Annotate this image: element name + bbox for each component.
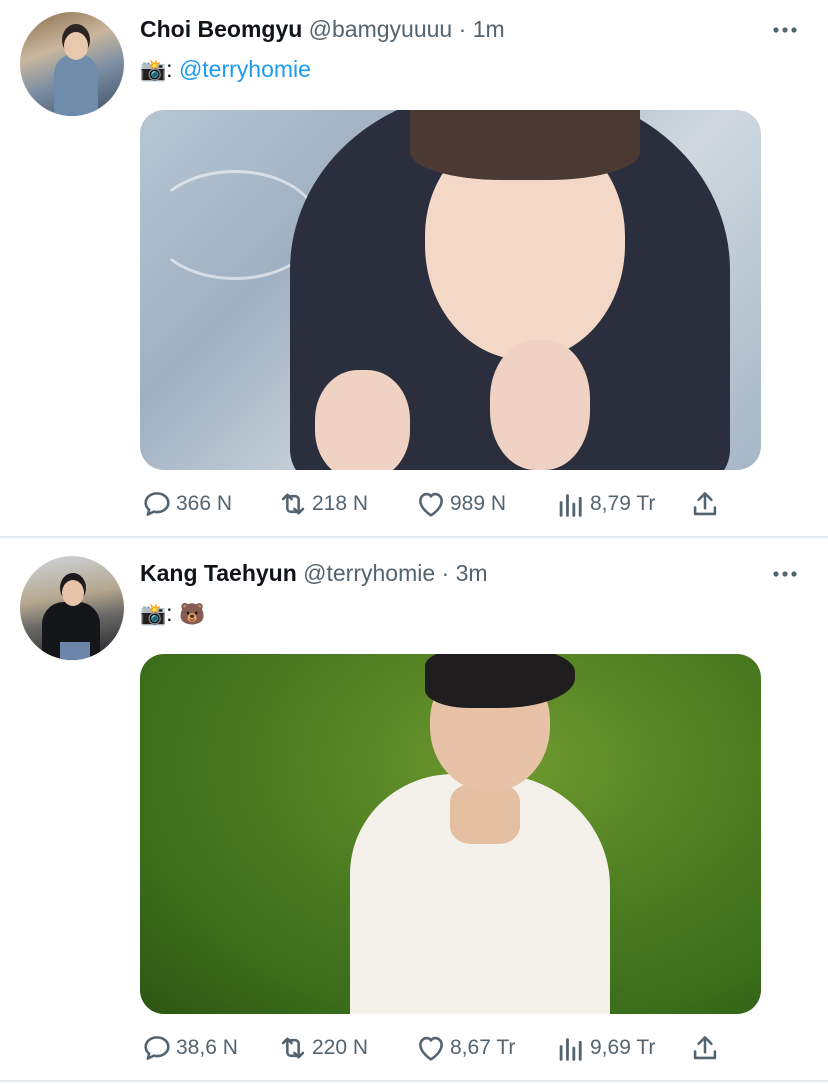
avatar[interactable] bbox=[20, 12, 124, 116]
divider bbox=[0, 536, 828, 538]
bear-emoji: 🐻 bbox=[178, 603, 206, 626]
photo-hair bbox=[425, 654, 575, 708]
retweet-button[interactable]: 220 N bbox=[276, 1028, 368, 1068]
views-icon bbox=[559, 494, 582, 517]
like-count: 989 N bbox=[450, 492, 507, 515]
camera-flash-emoji: 📸 bbox=[140, 603, 167, 626]
like-button[interactable]: 989 N bbox=[414, 484, 506, 524]
text-colon: : bbox=[166, 56, 173, 82]
views-count: 9,69 Tr bbox=[590, 1036, 656, 1059]
tweet[interactable]: Kang Taehyun @terryhomie · 3m 📸: 🐻 38,6 … bbox=[0, 544, 828, 1080]
text-colon: : bbox=[166, 600, 173, 626]
avatar[interactable] bbox=[20, 556, 124, 660]
tweet-text: 📸: @terryhomie bbox=[140, 54, 311, 84]
tweet-actions: 38,6 N 220 N 8,67 Tr 9,69 Tr bbox=[140, 1028, 780, 1068]
views-button[interactable]: 9,69 Tr bbox=[554, 1028, 655, 1068]
separator-dot: · bbox=[441, 560, 450, 586]
author-name[interactable]: Choi Beomgyu bbox=[140, 16, 302, 42]
views-icon bbox=[559, 1038, 582, 1061]
reply-button[interactable]: 38,6 N bbox=[140, 1028, 238, 1068]
camera-flash-emoji: 📸 bbox=[140, 59, 167, 82]
tweet-photo[interactable] bbox=[140, 654, 761, 1014]
tweet-actions: 366 N 218 N 989 N 8,79 Tr bbox=[140, 484, 780, 524]
separator-dot: · bbox=[458, 16, 467, 42]
avatar-figure-jeans bbox=[60, 642, 90, 660]
photo-hand-right bbox=[490, 340, 590, 470]
like-count: 8,67 Tr bbox=[450, 1036, 516, 1059]
share-button[interactable] bbox=[688, 1028, 722, 1068]
reply-count: 38,6 N bbox=[176, 1036, 238, 1059]
views-count: 8,79 Tr bbox=[590, 492, 656, 515]
tweet[interactable]: Choi Beomgyu @bamgyuuuu · 1m 📸: @terryho… bbox=[0, 0, 828, 536]
like-button[interactable]: 8,67 Tr bbox=[414, 1028, 515, 1068]
reply-count: 366 N bbox=[176, 492, 233, 515]
share-icon bbox=[693, 1036, 717, 1060]
photo-neck bbox=[450, 784, 520, 844]
tweet-header: Choi Beomgyu @bamgyuuuu · 1m bbox=[140, 14, 505, 44]
tweet-text: 📸: 🐻 bbox=[140, 598, 205, 628]
retweet-count: 220 N bbox=[312, 1036, 369, 1059]
timestamp[interactable]: 1m bbox=[473, 16, 505, 42]
author-handle[interactable]: @terryhomie bbox=[303, 560, 435, 586]
photo-hair bbox=[410, 110, 640, 180]
retweet-button[interactable]: 218 N bbox=[276, 484, 368, 524]
reply-icon bbox=[144, 1036, 170, 1060]
retweet-icon bbox=[281, 1037, 305, 1059]
share-icon bbox=[693, 492, 717, 516]
like-icon bbox=[419, 1036, 443, 1061]
photo-hand-left bbox=[315, 370, 410, 470]
more-horizontal-icon[interactable] bbox=[772, 562, 798, 582]
share-button[interactable] bbox=[688, 484, 722, 524]
mention-link[interactable]: @terryhomie bbox=[179, 56, 311, 82]
reply-icon bbox=[144, 492, 170, 516]
tweet-header: Kang Taehyun @terryhomie · 3m bbox=[140, 558, 488, 588]
avatar-figure-head bbox=[64, 32, 88, 60]
avatar-figure-head bbox=[62, 580, 84, 606]
avatar-figure-body bbox=[54, 54, 98, 116]
retweet-count: 218 N bbox=[312, 492, 369, 515]
divider bbox=[0, 1080, 828, 1082]
tweet-photo[interactable] bbox=[140, 110, 761, 470]
author-handle[interactable]: @bamgyuuuu bbox=[309, 16, 453, 42]
timestamp[interactable]: 3m bbox=[456, 560, 488, 586]
reply-button[interactable]: 366 N bbox=[140, 484, 232, 524]
more-horizontal-icon[interactable] bbox=[772, 18, 798, 38]
views-button[interactable]: 8,79 Tr bbox=[554, 484, 655, 524]
author-name[interactable]: Kang Taehyun bbox=[140, 560, 297, 586]
retweet-icon bbox=[281, 493, 305, 515]
like-icon bbox=[419, 492, 443, 517]
